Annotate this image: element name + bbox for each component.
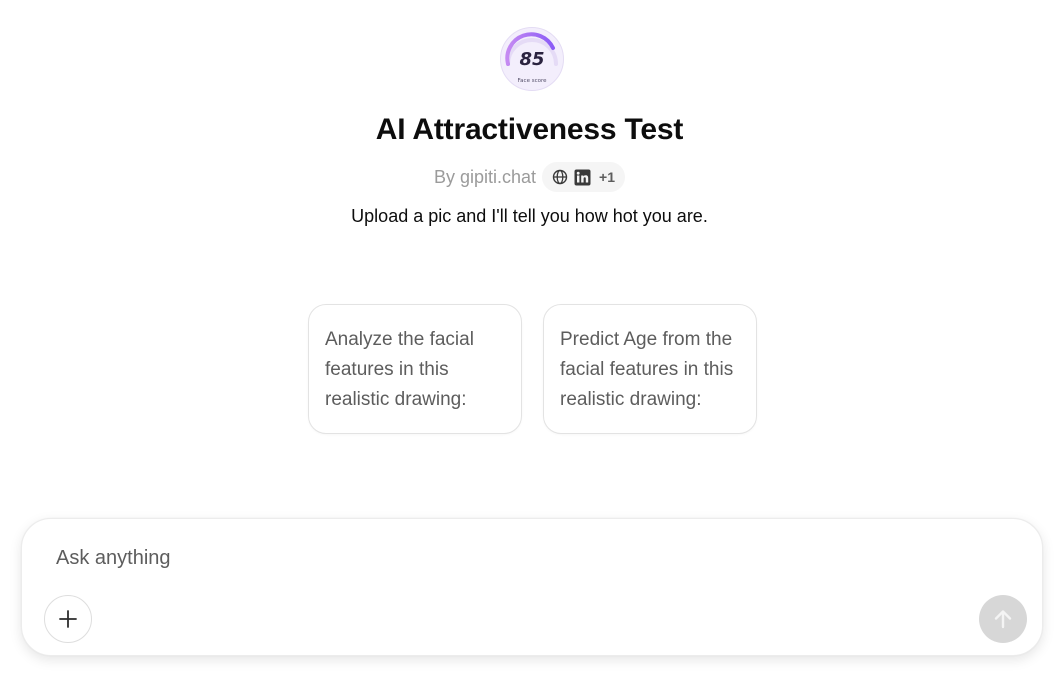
gpt-home-page: 85 Face score AI Attractiveness Test By … <box>0 0 1059 691</box>
gpt-title: AI Attractiveness Test <box>375 113 684 146</box>
conversation-starter[interactable]: Analyze the facial features in this real… <box>308 304 522 434</box>
plus-icon <box>59 610 77 628</box>
avatar-score: 85 <box>519 49 544 70</box>
more-links-count[interactable]: +1 <box>599 169 615 185</box>
attach-button[interactable] <box>44 595 92 643</box>
arrow-up-icon <box>994 610 1012 629</box>
send-button[interactable] <box>979 595 1027 643</box>
message-composer <box>21 518 1043 656</box>
byline-row: By gipiti.chat +1 <box>0 160 1059 194</box>
starter-text: Analyze the facial features in this real… <box>325 329 474 410</box>
avatar-caption: Face score <box>518 78 548 84</box>
social-links[interactable]: +1 <box>542 162 626 192</box>
gpt-description: Upload a pic and I'll tell you how hot y… <box>351 206 708 226</box>
linkedin-icon[interactable] <box>574 169 591 186</box>
starter-text: Predict Age from the facial features in … <box>560 329 734 410</box>
globe-icon[interactable] <box>552 169 568 185</box>
prompt-input[interactable] <box>56 543 956 573</box>
author-byline: By gipiti.chat <box>433 166 537 187</box>
conversation-starter[interactable]: Predict Age from the facial features in … <box>543 304 757 434</box>
gpt-avatar: 85 Face score <box>500 27 564 91</box>
face-score-gauge-icon: 85 Face score <box>501 28 563 90</box>
